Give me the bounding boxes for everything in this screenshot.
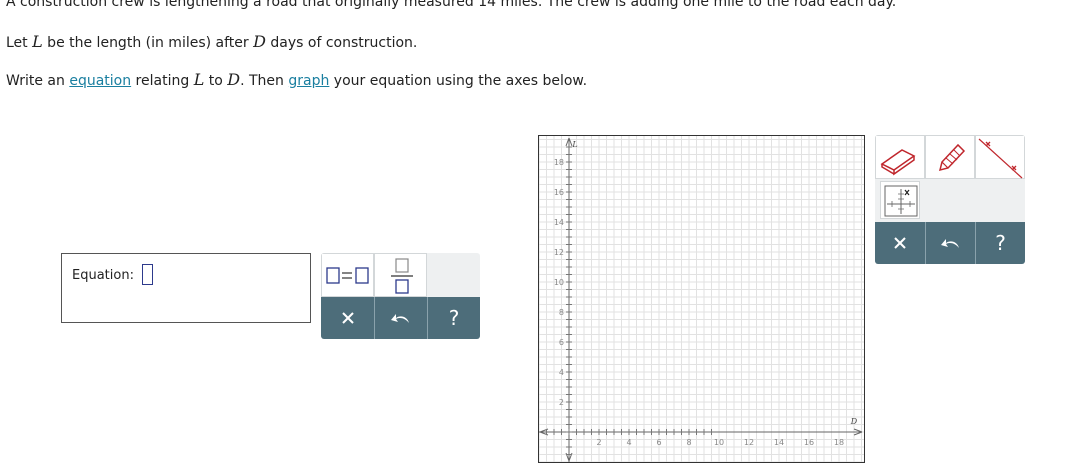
y-tick-label: 12 (554, 248, 564, 257)
graph-link[interactable]: graph (288, 73, 329, 89)
y-axis-label: L (571, 140, 577, 149)
graph-help-button[interactable]: ? (975, 222, 1025, 264)
fraction-template-button[interactable] (374, 253, 427, 297)
equation-label: Equation: (72, 268, 134, 283)
toolbar-empty-slot (427, 253, 480, 297)
prompt-line-1: A construction crew is lengthening a roa… (6, 0, 896, 10)
undo-button[interactable] (374, 297, 427, 339)
prompt-text: be the length (in miles) after (42, 35, 254, 51)
y-tick-label: 6 (559, 338, 564, 347)
pencil-button[interactable] (925, 135, 975, 179)
x-tick-label: 12 (744, 438, 754, 447)
close-icon (341, 312, 354, 324)
y-tick-label: 8 (559, 308, 564, 317)
graph-undo-button[interactable] (925, 222, 975, 264)
prompt-text: relating (131, 73, 194, 89)
variable-d: D (253, 32, 266, 51)
variable-l: L (32, 32, 43, 51)
point-grid-icon (884, 185, 918, 217)
close-icon (894, 237, 906, 249)
prompt-text: your equation using the axes below. (329, 73, 588, 89)
equals-template-icon (326, 267, 369, 284)
fraction-template-icon (391, 258, 413, 294)
x-tick-label: 4 (626, 438, 631, 447)
point-tool-button[interactable] (880, 181, 920, 219)
y-tick-label: 10 (554, 278, 564, 287)
x-tick-label: 2 (596, 438, 601, 447)
help-icon: ? (995, 231, 1006, 255)
equation-link[interactable]: equation (69, 73, 131, 89)
prompt-text: . Then (240, 73, 289, 89)
y-tick-label: 18 (554, 158, 564, 167)
equation-toolbar: ? (321, 253, 480, 339)
x-tick-label: 16 (804, 438, 814, 447)
prompt-text: Let (6, 35, 33, 51)
graph-canvas[interactable]: 2 4 6 8 10 12 14 16 18 2 4 6 8 10 12 14 16 18 D L (539, 136, 864, 462)
y-tick-label: 16 (554, 188, 564, 197)
x-tick-label: 10 (714, 438, 724, 447)
x-tick-label: 18 (834, 438, 844, 447)
help-button[interactable]: ? (427, 297, 480, 339)
x-axis-label: D (850, 417, 858, 426)
help-icon: ? (448, 306, 460, 330)
graph-area[interactable]: 2 4 6 8 10 12 14 16 18 2 4 6 8 10 12 14 16 18 D L (538, 135, 865, 463)
prompt-text: to (204, 73, 228, 89)
prompt-text: days of construction. (265, 35, 418, 51)
equals-template-button[interactable] (321, 253, 374, 297)
graph-clear-button[interactable] (875, 222, 925, 264)
y-tick-label: 2 (559, 398, 564, 407)
equation-box[interactable]: Equation: (61, 253, 311, 323)
undo-icon (391, 314, 409, 323)
line-tool-button[interactable] (975, 135, 1025, 179)
prompt-text: Write an (6, 73, 70, 89)
graph-toolbar: ? (875, 135, 1025, 264)
x-tick-label: 6 (656, 438, 661, 447)
variable-l: L (193, 70, 205, 89)
equation-input[interactable] (142, 264, 153, 285)
y-tick-label: 4 (559, 368, 564, 377)
y-tick-label: 14 (554, 218, 564, 227)
variable-d: D (227, 70, 241, 89)
undo-icon (940, 239, 959, 248)
line-tool-icon (978, 138, 1023, 179)
prompt-line-2: Let L be the length (in miles) after D d… (6, 32, 417, 51)
x-tick-label: 8 (686, 438, 691, 447)
prompt-text: A construction crew is lengthening a roa… (6, 0, 897, 10)
eraser-button[interactable] (875, 135, 925, 179)
pencil-icon (938, 143, 966, 172)
prompt-line-3: Write an equation relating L to D. Then … (6, 70, 587, 89)
eraser-icon (880, 149, 916, 176)
clear-button[interactable] (321, 297, 374, 339)
x-tick-label: 14 (774, 438, 784, 447)
